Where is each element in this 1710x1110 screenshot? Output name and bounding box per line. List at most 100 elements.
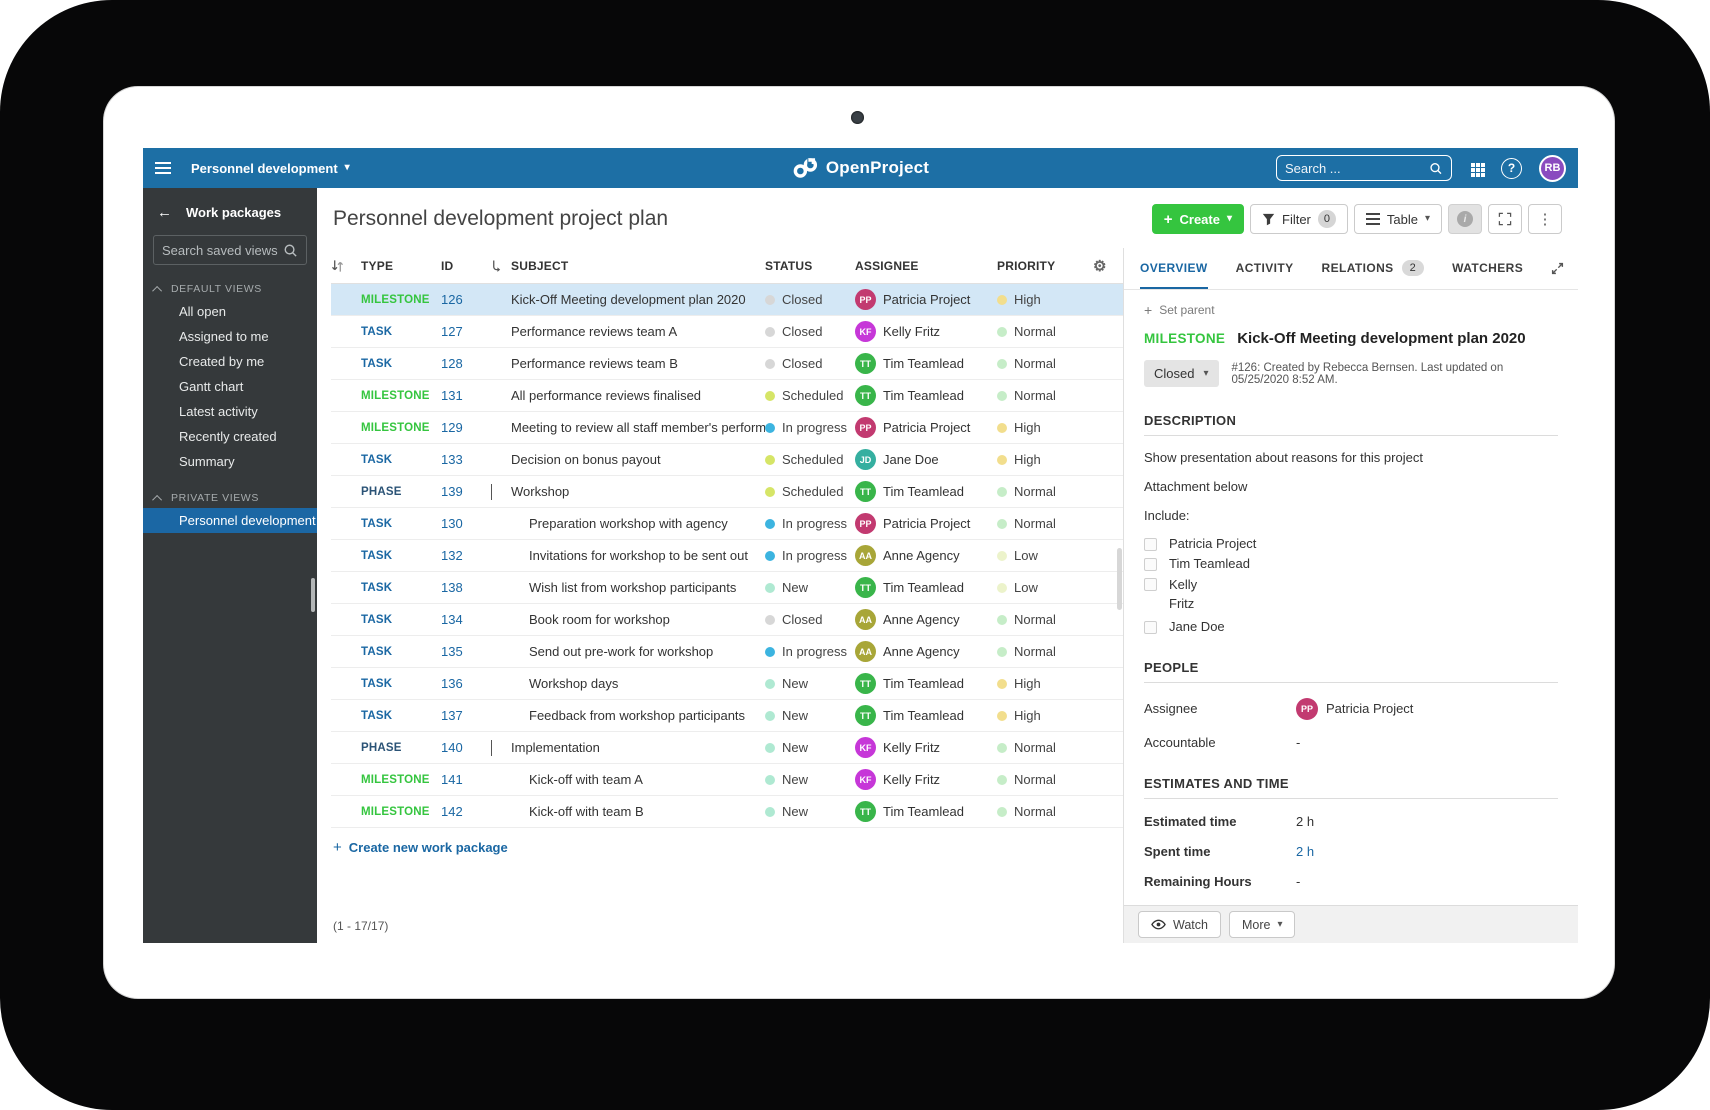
row-status[interactable]: In progress (765, 548, 855, 563)
more-button[interactable]: More ▾ (1228, 911, 1296, 938)
row-subject[interactable]: Implementation (511, 740, 765, 755)
row-assignee[interactable]: AA Anne Agency (855, 641, 997, 662)
table-row[interactable]: MILESTONE 126 Kick-Off Meeting development… (331, 284, 1123, 316)
row-status[interactable]: New (765, 708, 855, 723)
row-status[interactable]: Closed (765, 612, 855, 627)
sidebar-item[interactable]: Latest activity (143, 399, 317, 424)
checkbox[interactable] (1144, 558, 1157, 571)
table-row[interactable]: MILESTONE 131 All performance reviews fina… (331, 380, 1123, 412)
column-header-assignee[interactable]: ASSIGNEE (855, 259, 997, 273)
checkbox[interactable] (1144, 578, 1157, 591)
row-status[interactable]: In progress (765, 516, 855, 531)
row-priority[interactable]: High (997, 676, 1093, 691)
table-row[interactable]: TASK 132 Invitations for workshop to be se… (331, 540, 1123, 572)
row-type[interactable]: TASK (361, 582, 441, 594)
row-status[interactable]: Closed (765, 292, 855, 307)
row-id[interactable]: 126 (441, 292, 491, 307)
back-arrow-icon[interactable]: ← (157, 204, 172, 221)
tab-watchers[interactable]: WATCHERS (1452, 248, 1523, 289)
table-settings-gear-icon[interactable]: ⚙ (1093, 257, 1123, 275)
table-row[interactable]: PHASE 140 Implementation New KF Kelly Fritz No… (331, 732, 1123, 764)
tab-overview[interactable]: OVERVIEW (1140, 248, 1208, 289)
row-status[interactable]: New (765, 676, 855, 691)
row-assignee[interactable]: PP Patricia Project (855, 417, 997, 438)
sidebar-item[interactable]: Recently created (143, 424, 317, 449)
row-id[interactable]: 129 (441, 420, 491, 435)
row-subject[interactable]: Invitations for workshop to be sent out (511, 548, 765, 563)
sort-control[interactable] (331, 259, 361, 273)
row-status[interactable]: New (765, 580, 855, 595)
info-button[interactable]: i (1448, 204, 1482, 234)
row-type[interactable]: MILESTONE (361, 806, 441, 818)
table-row[interactable]: TASK 137 Feedback from workshop participan… (331, 700, 1123, 732)
row-priority[interactable]: Normal (997, 388, 1093, 403)
column-header-type[interactable]: TYPE (361, 259, 441, 273)
chevron-up-icon[interactable] (152, 285, 163, 296)
table-row[interactable]: MILESTONE 142 Kick-off with team B New TT Tim… (331, 796, 1123, 828)
row-status[interactable]: Scheduled (765, 388, 855, 403)
row-assignee[interactable]: TT Tim Teamlead (855, 353, 997, 374)
filter-button[interactable]: Filter 0 (1250, 204, 1348, 234)
table-scrollbar[interactable] (1117, 548, 1122, 610)
row-subject[interactable]: Performance reviews team B (511, 356, 765, 371)
row-priority[interactable]: High (997, 420, 1093, 435)
create-button[interactable]: + Create ▾ (1151, 204, 1244, 234)
row-type[interactable]: MILESTONE (361, 294, 441, 306)
table-row[interactable]: TASK 134 Book room for workshop Closed AA Ann… (331, 604, 1123, 636)
row-type[interactable]: TASK (361, 326, 441, 338)
row-subject[interactable]: Kick-off with team B (511, 804, 765, 819)
tab-relations[interactable]: RELATIONS 2 (1322, 248, 1425, 289)
checkbox[interactable] (1144, 538, 1157, 551)
row-priority[interactable]: Normal (997, 356, 1093, 371)
row-assignee[interactable]: AA Anne Agency (855, 609, 997, 630)
table-row[interactable]: TASK 138 Wish list from workshop participa… (331, 572, 1123, 604)
row-assignee[interactable]: PP Patricia Project (855, 513, 997, 534)
row-id[interactable]: 127 (441, 324, 491, 339)
row-assignee[interactable]: TT Tim Teamlead (855, 801, 997, 822)
table-row[interactable]: TASK 133 Decision on bonus payout Scheduled… (331, 444, 1123, 476)
row-assignee[interactable]: TT Tim Teamlead (855, 705, 997, 726)
row-id[interactable]: 134 (441, 612, 491, 627)
row-id[interactable]: 142 (441, 804, 491, 819)
row-subject[interactable]: Send out pre-work for workshop (511, 644, 765, 659)
search-icon[interactable] (283, 243, 298, 258)
row-id[interactable]: 141 (441, 772, 491, 787)
expand-diagonal-icon[interactable] (1551, 262, 1564, 275)
row-subject[interactable]: Feedback from workshop participants (511, 708, 765, 723)
row-type[interactable]: TASK (361, 710, 441, 722)
row-id[interactable]: 139 (441, 484, 491, 499)
app-grid-icon[interactable] (1471, 162, 1475, 167)
row-subject[interactable]: Kick-Off Meeting development plan 2020 (511, 292, 765, 307)
table-row[interactable]: PHASE 139 Workshop Scheduled TT Tim Teamlead N… (331, 476, 1123, 508)
table-row[interactable]: TASK 135 Send out pre-work for workshop In … (331, 636, 1123, 668)
column-header-subject[interactable]: SUBJECT (511, 259, 765, 273)
row-status[interactable]: New (765, 804, 855, 819)
watch-button[interactable]: Watch (1138, 911, 1221, 938)
row-assignee[interactable]: TT Tim Teamlead (855, 481, 997, 502)
row-status[interactable]: New (765, 740, 855, 755)
table-row[interactable]: MILESTONE 129 Meeting to review all staff … (331, 412, 1123, 444)
status-dropdown[interactable]: Closed ▾ (1144, 360, 1219, 387)
saved-views-search[interactable] (153, 235, 307, 265)
row-assignee[interactable]: TT Tim Teamlead (855, 673, 997, 694)
row-priority[interactable]: Normal (997, 516, 1093, 531)
sidebar-item[interactable]: Summary (143, 449, 317, 474)
row-type[interactable]: PHASE (361, 742, 441, 754)
row-subject[interactable]: All performance reviews finalised (511, 388, 765, 403)
row-status[interactable]: In progress (765, 420, 855, 435)
row-priority[interactable]: Normal (997, 772, 1093, 787)
row-priority[interactable]: Low (997, 580, 1093, 595)
row-type[interactable]: PHASE (361, 486, 441, 498)
global-search[interactable] (1276, 155, 1452, 181)
field-value[interactable]: PP Patricia Project (1296, 697, 1413, 720)
row-type[interactable]: TASK (361, 550, 441, 562)
chevron-up-icon[interactable] (152, 494, 163, 505)
table-row[interactable]: TASK 130 Preparation workshop with agency I… (331, 508, 1123, 540)
saved-views-search-input[interactable] (162, 242, 283, 258)
row-type[interactable]: MILESTONE (361, 390, 441, 402)
row-assignee[interactable]: JD Jane Doe (855, 449, 997, 470)
row-id[interactable]: 131 (441, 388, 491, 403)
chevron-down-icon[interactable] (491, 484, 492, 500)
view-mode-button[interactable]: Table ▾ (1353, 204, 1442, 234)
row-subject[interactable]: Performance reviews team A (511, 324, 765, 339)
